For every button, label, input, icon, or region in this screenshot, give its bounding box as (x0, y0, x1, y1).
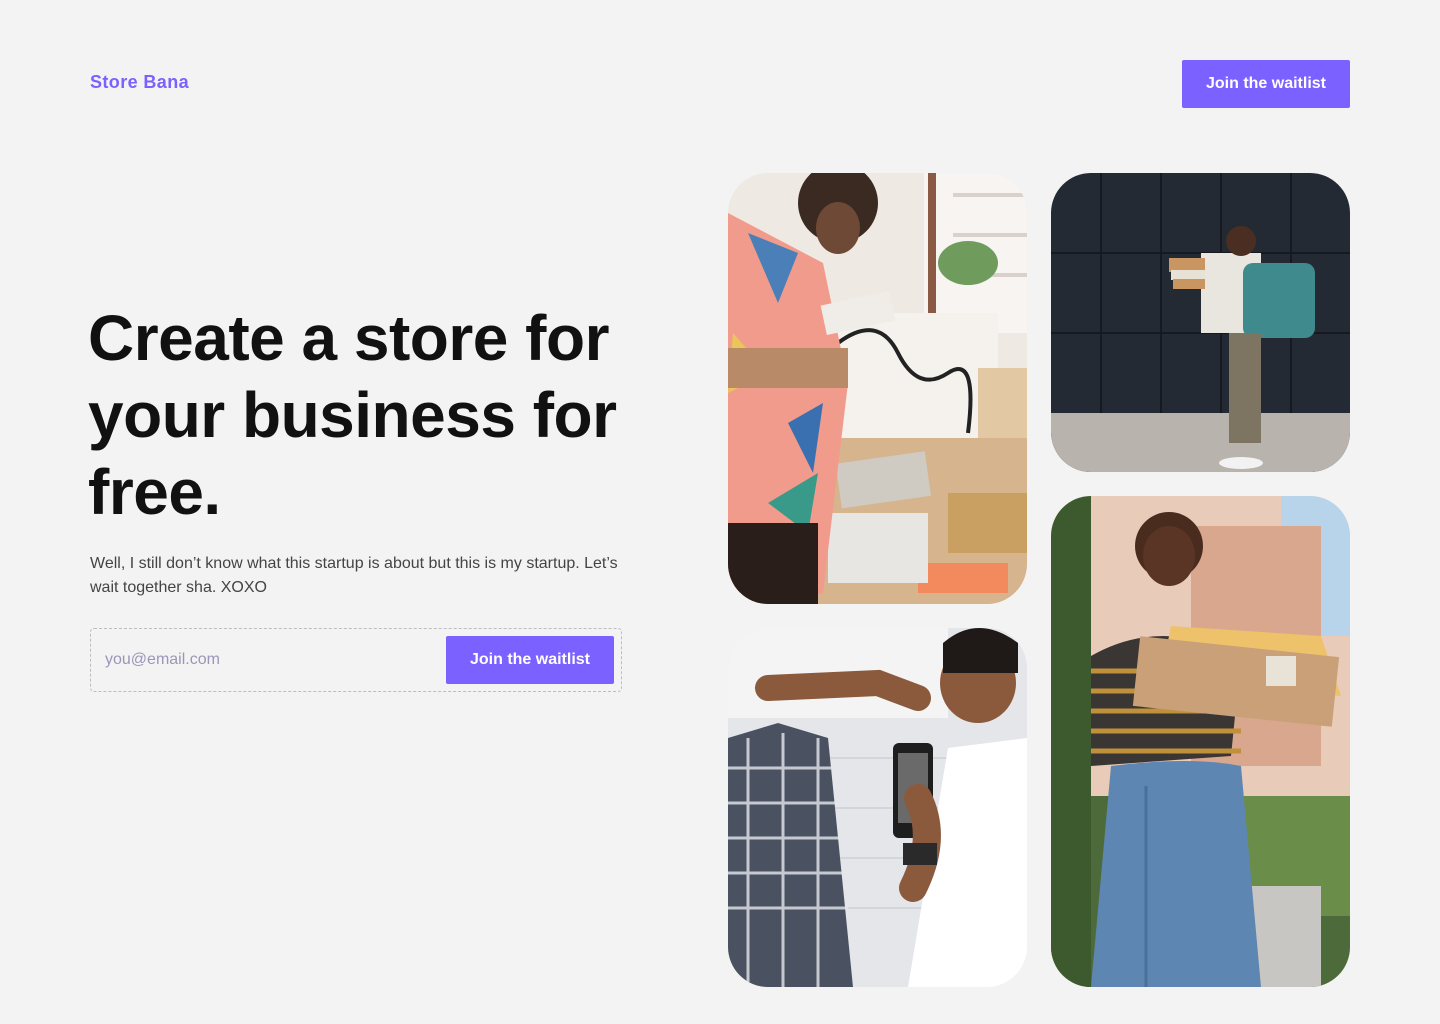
woman-sorting-artwork-photo (728, 173, 1027, 604)
waitlist-form: Join the waitlist (90, 628, 622, 692)
form-join-waitlist-button[interactable]: Join the waitlist (446, 636, 614, 684)
smiling-woman-with-packages-photo (1051, 496, 1350, 987)
brand-logo[interactable]: Store Bana (90, 72, 189, 93)
email-input[interactable] (105, 639, 435, 681)
courier-delivering-boxes-photo (1051, 173, 1350, 472)
hero-subtitle: Well, I still don’t know what this start… (90, 555, 618, 596)
man-photographing-shirt-photo (728, 628, 1027, 987)
hero-title: Create a store for your business for fre… (88, 302, 617, 528)
header-join-waitlist-button[interactable]: Join the waitlist (1182, 60, 1350, 108)
